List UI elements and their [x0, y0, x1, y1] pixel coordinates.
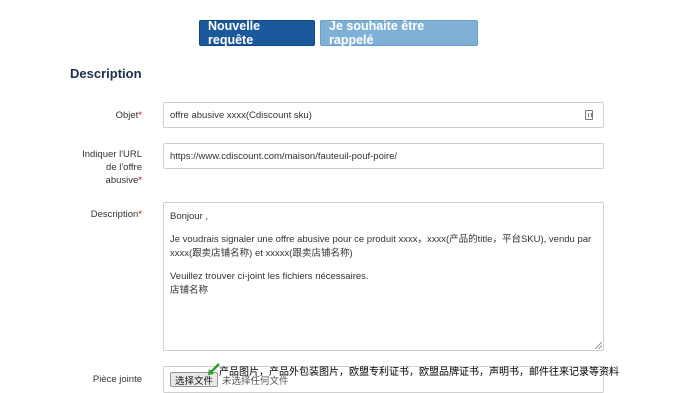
- description-textarea[interactable]: Bonjour , Je voudrais signaler une offre…: [163, 202, 604, 351]
- description-line: 店铺名称: [170, 285, 209, 296]
- url-label-line: Indiquer l'URL: [82, 149, 142, 160]
- description-line: Veuillez trouver ci-joint les fichiers n…: [170, 271, 369, 282]
- url-input[interactable]: https://www.cdiscount.com/maison/fauteui…: [163, 143, 604, 169]
- section-title: Description: [70, 66, 142, 81]
- url-label-line-text: abusive: [105, 175, 139, 186]
- required-marker: *: [138, 175, 142, 186]
- url-label-line: de l'offre: [106, 162, 142, 173]
- description-label: Description*: [12, 208, 142, 221]
- resize-grip-icon[interactable]: [595, 342, 602, 349]
- new-request-button[interactable]: Nouvelle requête: [199, 19, 315, 47]
- url-value: https://www.cdiscount.com/maison/fauteui…: [170, 150, 398, 162]
- subject-label: Objet*: [12, 109, 142, 122]
- subject-value: offre abusive xxxx(Cdiscount sku): [170, 109, 312, 121]
- attachment-label: Pièce jointe: [92, 374, 142, 385]
- annotation-note: 产品图片，产品外包装图片，欧盟专利证书，欧盟品牌证书，声明书，邮件往来记录等资料: [219, 367, 619, 378]
- required-marker: *: [138, 110, 142, 121]
- subject-label-text: Objet: [115, 110, 139, 121]
- field-action-icon[interactable]: [585, 110, 593, 120]
- description-line: xxxx(跟卖店铺名称) et xxxxx(跟卖店铺名称): [170, 248, 353, 259]
- required-marker: *: [138, 209, 142, 220]
- description-line: Je voudrais signaler une offre abusive p…: [170, 234, 592, 245]
- url-label-line: abusive*: [12, 174, 142, 187]
- subject-input[interactable]: offre abusive xxxx(Cdiscount sku): [163, 102, 604, 128]
- callback-request-button[interactable]: Je souhaite être rappelé: [320, 19, 478, 47]
- description-label-text: Description: [90, 209, 139, 220]
- top-action-bar: Nouvelle requête Je souhaite être rappel…: [199, 19, 478, 47]
- description-line: Bonjour ,: [170, 211, 209, 222]
- url-label: Indiquer l'URL de l'offre abusive*: [12, 148, 142, 187]
